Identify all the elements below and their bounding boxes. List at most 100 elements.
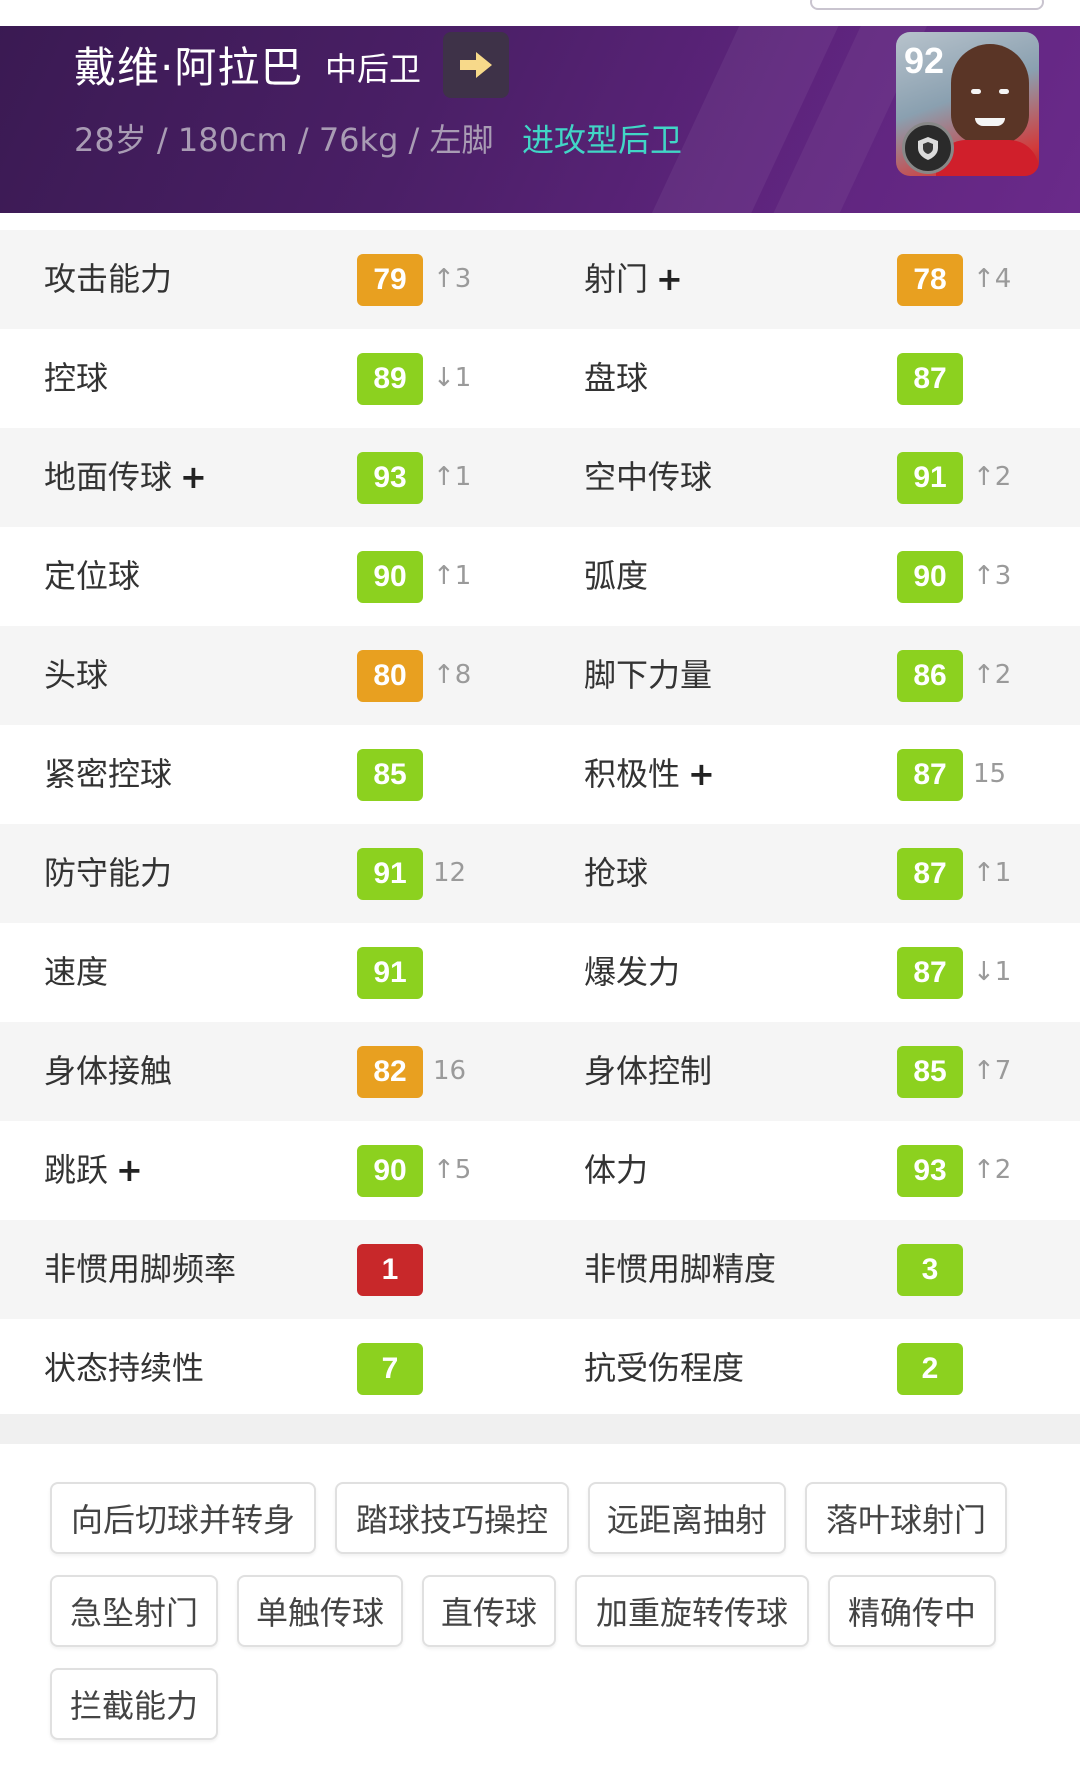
stat-label-text: 脚下力量 [584,656,713,694]
stat-row: 非惯用脚频率 1 非惯用脚精度 3 [0,1220,1080,1319]
top-pill[interactable] [810,0,1044,10]
stat-label: 状态持续性 [44,1319,204,1418]
stat-label-text: 非惯用脚精度 [584,1250,777,1288]
stat-delta: ↑2 [973,660,1012,690]
stat-delta: ↑8 [433,660,472,690]
stat-label: 地面传球 + [44,428,207,527]
stat-row: 身体接触 82 16 身体控制 85 ↑7 [0,1022,1080,1121]
plus-icon: + [656,260,683,298]
plus-icon: + [688,755,715,793]
stat-label-text: 跳跃 [44,1151,109,1189]
stat-label-text: 积极性 [584,755,681,793]
stat-value-badge: 79 [357,254,423,306]
stats-table: 攻击能力 79 ↑3 射门 +78 ↑4 控球 89 ↓1 盘球 87 地面传球 +93 ↑1 空中传球 91… [0,230,1080,1418]
position-arrow-button[interactable] [443,32,509,98]
stat-label: 控球 [44,329,108,428]
stat-row: 攻击能力 79 ↑3 射门 +78 ↑4 [0,230,1080,329]
stat-value-badge: 2 [897,1343,963,1395]
skill-chip[interactable]: 精确传中 [828,1575,996,1647]
stat-value-badge: 86 [897,650,963,702]
skill-chip[interactable]: 单触传球 [237,1575,403,1647]
stat-delta: ↑1 [433,462,472,492]
playing-style[interactable]: 进攻型后卫 [522,115,682,161]
stat-label: 空中传球 [584,428,712,527]
skill-chip[interactable]: 拦截能力 [50,1668,218,1740]
stat-label: 积极性 + [584,725,715,824]
stat-delta: ↑7 [973,1056,1012,1086]
skill-chip[interactable]: 向后切球并转身 [50,1482,316,1554]
stat-label: 定位球 [44,527,140,626]
stat-value-badge: 91 [357,947,423,999]
stat-row: 地面传球 +93 ↑1 空中传球 91 ↑2 [0,428,1080,527]
stat-row: 控球 89 ↓1 盘球 87 [0,329,1080,428]
stat-label: 非惯用脚频率 [44,1220,236,1319]
stat-label: 跳跃 + [44,1121,143,1220]
stat-delta: ↑3 [973,561,1012,591]
stat-row: 状态持续性 7 抗受伤程度 2 [0,1319,1080,1418]
plus-icon: + [180,458,207,496]
skill-chip[interactable]: 踏球技巧操控 [335,1482,569,1554]
skill-chip[interactable]: 落叶球射门 [805,1482,1007,1554]
stat-label-text: 非惯用脚频率 [44,1250,237,1288]
stat-value-badge: 78 [897,254,963,306]
stat-label-text: 弧度 [584,557,649,595]
stat-label-text: 定位球 [44,557,141,595]
stat-label: 抗受伤程度 [584,1319,744,1418]
stat-label-text: 抗受伤程度 [584,1349,745,1387]
arrow-right-icon [460,52,492,78]
stat-label-text: 盘球 [584,359,649,397]
stat-label: 爆发力 [584,923,680,1022]
stat-value-badge: 80 [357,650,423,702]
stat-label: 弧度 [584,527,648,626]
stat-delta: ↓1 [973,957,1012,987]
stat-row: 头球 80 ↑8 脚下力量 86 ↑2 [0,626,1080,725]
stat-row: 跳跃 +90 ↑5 体力 93 ↑2 [0,1121,1080,1220]
stat-value-badge: 93 [897,1145,963,1197]
stat-label-text: 抢球 [584,854,649,892]
stat-label: 身体接触 [44,1022,172,1121]
card-rating: 92 [904,40,945,81]
stat-value-badge: 87 [897,353,963,405]
stat-value-badge: 87 [897,749,963,801]
stat-label: 射门 + [584,230,683,329]
player-meta: 28岁 / 180cm / 76kg / 左脚 [74,121,494,159]
skill-chip[interactable]: 急坠射门 [50,1575,218,1647]
stat-value-badge: 87 [897,848,963,900]
skill-chip[interactable]: 直传球 [422,1575,556,1647]
stat-label: 紧密控球 [44,725,172,824]
stat-label: 体力 [584,1121,648,1220]
stat-label-text: 速度 [44,953,109,991]
stat-value-badge: 90 [357,551,423,603]
stat-label: 攻击能力 [44,230,172,329]
stat-value-badge: 90 [357,1145,423,1197]
stat-value-badge: 89 [357,353,423,405]
stat-delta: ↑2 [973,462,1012,492]
stat-row: 定位球 90 ↑1 弧度 90 ↑3 [0,527,1080,626]
stat-delta: ↑5 [433,1155,472,1185]
stat-row: 紧密控球 85 积极性 +87 15 [0,725,1080,824]
stat-value-badge: 91 [897,452,963,504]
stat-label-text: 攻击能力 [44,260,173,298]
stat-label-text: 身体接触 [44,1052,173,1090]
stat-label: 盘球 [584,329,648,428]
stat-value-badge: 3 [897,1244,963,1296]
plus-icon: + [116,1151,143,1189]
player-name: 戴维·阿拉巴 [74,43,304,92]
skill-chip[interactable]: 加重旋转传球 [575,1575,809,1647]
stat-label-text: 射门 [584,260,649,298]
stat-delta: ↑2 [973,1155,1012,1185]
stat-value-badge: 91 [357,848,423,900]
skill-chip[interactable]: 远距离抽射 [588,1482,786,1554]
stat-label-text: 状态持续性 [44,1349,205,1387]
stat-value-badge: 7 [357,1343,423,1395]
club-badge-icon [902,122,954,174]
player-card[interactable]: 92 [896,32,1039,176]
player-header: 戴维·阿拉巴 中后卫 28岁 / 180cm / 76kg / 左脚 进攻型后卫… [0,0,1080,213]
stat-label: 防守能力 [44,824,172,923]
stat-delta: 15 [973,759,1007,789]
top-bar [0,0,1080,26]
stat-row: 防守能力 91 12 抢球 87 ↑1 [0,824,1080,923]
player-position: 中后卫 [325,50,422,88]
stat-value-badge: 85 [897,1046,963,1098]
stat-value-badge: 1 [357,1244,423,1296]
